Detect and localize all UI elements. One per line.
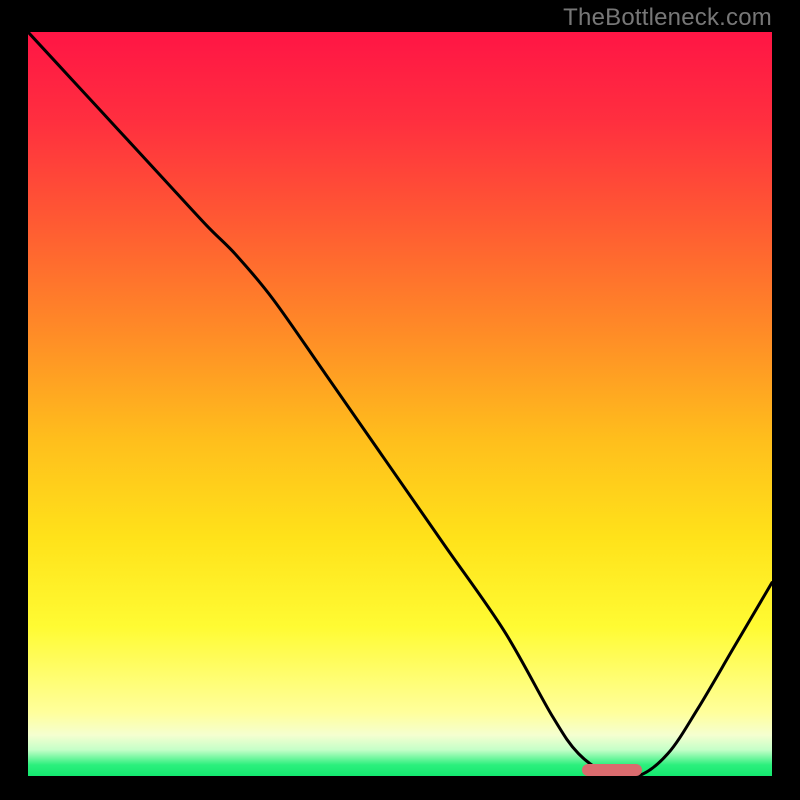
chart-frame: TheBottleneck.com — [0, 0, 800, 800]
ideal-zone-marker — [582, 764, 642, 776]
gradient-plot-svg — [28, 32, 772, 776]
gradient-background — [28, 32, 772, 776]
watermark-text: TheBottleneck.com — [563, 4, 772, 32]
plot-area — [28, 32, 772, 776]
